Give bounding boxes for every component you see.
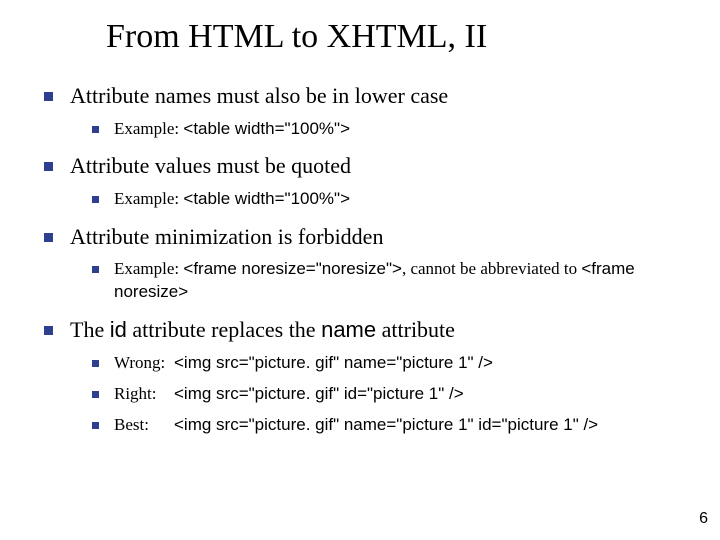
sub-bullet-item: Right:<img src="picture. gif" id="pictur… [92,383,682,406]
row-code: <img src="picture. gif" name="picture 1"… [174,353,493,372]
page-number: 6 [699,510,708,528]
example-label: Example: [114,259,183,278]
bullet-text-mid: attribute replaces the [127,317,321,342]
bullet-item: Attribute minimization is forbidden Exam… [44,223,682,304]
bullet-item: Attribute values must be quoted Example:… [44,152,682,210]
sub-bullet-item: Wrong:<img src="picture. gif" name="pict… [92,352,682,375]
sub-bullet-item: Example: <table width="100%"> [92,118,682,141]
id-word: id [110,317,127,342]
bullet-square-icon [92,391,99,398]
example-code: <table width="100%"> [183,119,350,138]
example-label: Example: [114,119,183,138]
sub-bullet-item: Best:<img src="picture. gif" name="pictu… [92,414,682,437]
bullet-square-icon [92,360,99,367]
bullet-list-level1: Attribute names must also be in lower ca… [44,82,682,437]
bullet-text: Attribute values must be quoted [70,153,351,178]
bullet-text: Attribute names must also be in lower ca… [70,83,448,108]
bullet-square-icon [44,92,53,101]
bullet-text-post: attribute [376,317,455,342]
page-title: From HTML to XHTML, II [106,18,682,56]
row-code: <img src="picture. gif" id="picture 1" /… [174,384,464,403]
bullet-list-level2: Example: <table width="100%"> [92,188,682,211]
row-label-wrong: Wrong: [114,352,174,375]
example-label: Example: [114,189,183,208]
bullet-item: The id attribute replaces the name attri… [44,316,682,436]
bullet-square-icon [44,233,53,242]
bullet-text: Attribute minimization is forbidden [70,224,383,249]
row-label-right: Right: [114,383,174,406]
bullet-square-icon [92,266,99,273]
example-code: <frame noresize="noresize"> [183,259,402,278]
bullet-list-level2: Example: <frame noresize="noresize">, ca… [92,258,682,304]
row-label-best: Best: [114,414,174,437]
bullet-square-icon [44,326,53,335]
sub-bullet-item: Example: <table width="100%"> [92,188,682,211]
example-code: <table width="100%"> [183,189,350,208]
bullet-square-icon [92,196,99,203]
bullet-square-icon [44,162,53,171]
row-code: <img src="picture. gif" name="picture 1"… [174,415,598,434]
bullet-item: Attribute names must also be in lower ca… [44,82,682,140]
example-mid: , cannot be abbreviated to [402,259,581,278]
bullet-square-icon [92,422,99,429]
bullet-list-level2: Wrong:<img src="picture. gif" name="pict… [92,352,682,437]
bullet-square-icon [92,126,99,133]
bullet-text-pre: The [70,317,110,342]
slide: From HTML to XHTML, II Attribute names m… [0,0,720,540]
name-word: name [321,317,376,342]
sub-bullet-item: Example: <frame noresize="noresize">, ca… [92,258,682,304]
bullet-list-level2: Example: <table width="100%"> [92,118,682,141]
